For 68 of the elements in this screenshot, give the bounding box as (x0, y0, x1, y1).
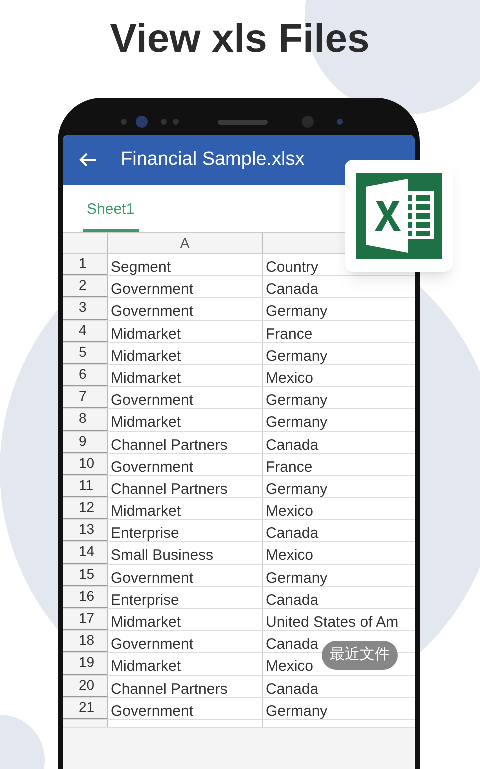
table-cell: Canada (266, 525, 319, 544)
row-number: 21 (79, 698, 95, 716)
row-number: 12 (79, 498, 95, 516)
table-cell: Government (111, 392, 194, 410)
table-cell: Germany (266, 480, 328, 499)
table-cell: France (266, 458, 313, 477)
table-cell: Midmarket (111, 370, 182, 388)
table-cell: Canada (266, 636, 319, 654)
row-number: 2 (79, 276, 87, 294)
row-number: 5 (79, 342, 87, 361)
table-cell: Canada (266, 281, 319, 300)
headline: View xls Files (110, 16, 370, 63)
table-cell: Country (266, 259, 319, 277)
table-cell: Midmarket (111, 614, 182, 632)
table-cell: Germany (266, 702, 328, 721)
table-cell: Channel Partners (111, 680, 228, 699)
row-number: 19 (79, 653, 95, 672)
app-bar-title: Financial Sample.xlsx (121, 148, 305, 172)
table-cell: Midmarket (111, 503, 182, 522)
table-cell: Midmarket (111, 348, 182, 366)
table-cell: Midmarket (111, 414, 182, 432)
row-number: 3 (79, 298, 87, 316)
table-cell: Government (111, 458, 194, 477)
table-cell: Government (111, 570, 194, 588)
row-number: 10 (79, 454, 95, 472)
table-cell: United States of Am (266, 614, 399, 632)
table-cell: Segment (111, 259, 172, 277)
table-cell: Canada (266, 436, 319, 454)
row-number: 18 (79, 631, 95, 650)
row-number: 8 (79, 409, 87, 428)
table-cell: France (266, 326, 313, 344)
row-number: 9 (79, 432, 87, 450)
table-cell: Mexico (266, 503, 314, 522)
table-cell: Government (111, 303, 194, 322)
table-cell: Channel Partners (111, 480, 228, 499)
column-header: A (108, 233, 263, 253)
row-number: 4 (79, 320, 87, 339)
row-number: 20 (79, 676, 95, 694)
table-cell: Midmarket (111, 326, 182, 344)
row-number: 14 (79, 542, 95, 560)
table-cell: Midmarket (111, 658, 182, 676)
table-cell: Government (111, 636, 194, 654)
row-number: 15 (79, 564, 95, 583)
table-cell: Germany (266, 570, 328, 588)
table-cell: Mexico (266, 547, 314, 566)
table-cell: Canada (266, 592, 319, 610)
toast-message: 最近文件 (322, 641, 398, 670)
table-cell: Germany (266, 414, 328, 432)
row-number: 7 (79, 387, 87, 406)
table-cell: Germany (266, 303, 328, 322)
row-number: 1 (79, 254, 87, 272)
table-cell: Germany (266, 392, 328, 410)
row-number: 17 (79, 609, 95, 627)
row-number: 13 (79, 520, 95, 538)
row-number: 11 (79, 476, 94, 494)
table-cell: Canada (266, 680, 319, 699)
table-cell: Enterprise (111, 592, 180, 610)
table-cell: Enterprise (111, 525, 180, 544)
table-cell: Government (111, 281, 194, 300)
table-cell: Channel Partners (111, 436, 228, 454)
table-cell: Government (111, 702, 194, 721)
table-cell: Germany (266, 348, 328, 366)
row-number: 6 (79, 364, 87, 383)
table-cell: Small Business (111, 547, 214, 566)
table-cell: Mexico (266, 370, 314, 388)
back-arrow-icon[interactable] (79, 152, 97, 168)
row-number: 16 (79, 586, 95, 605)
table-cell: Mexico (266, 658, 314, 676)
